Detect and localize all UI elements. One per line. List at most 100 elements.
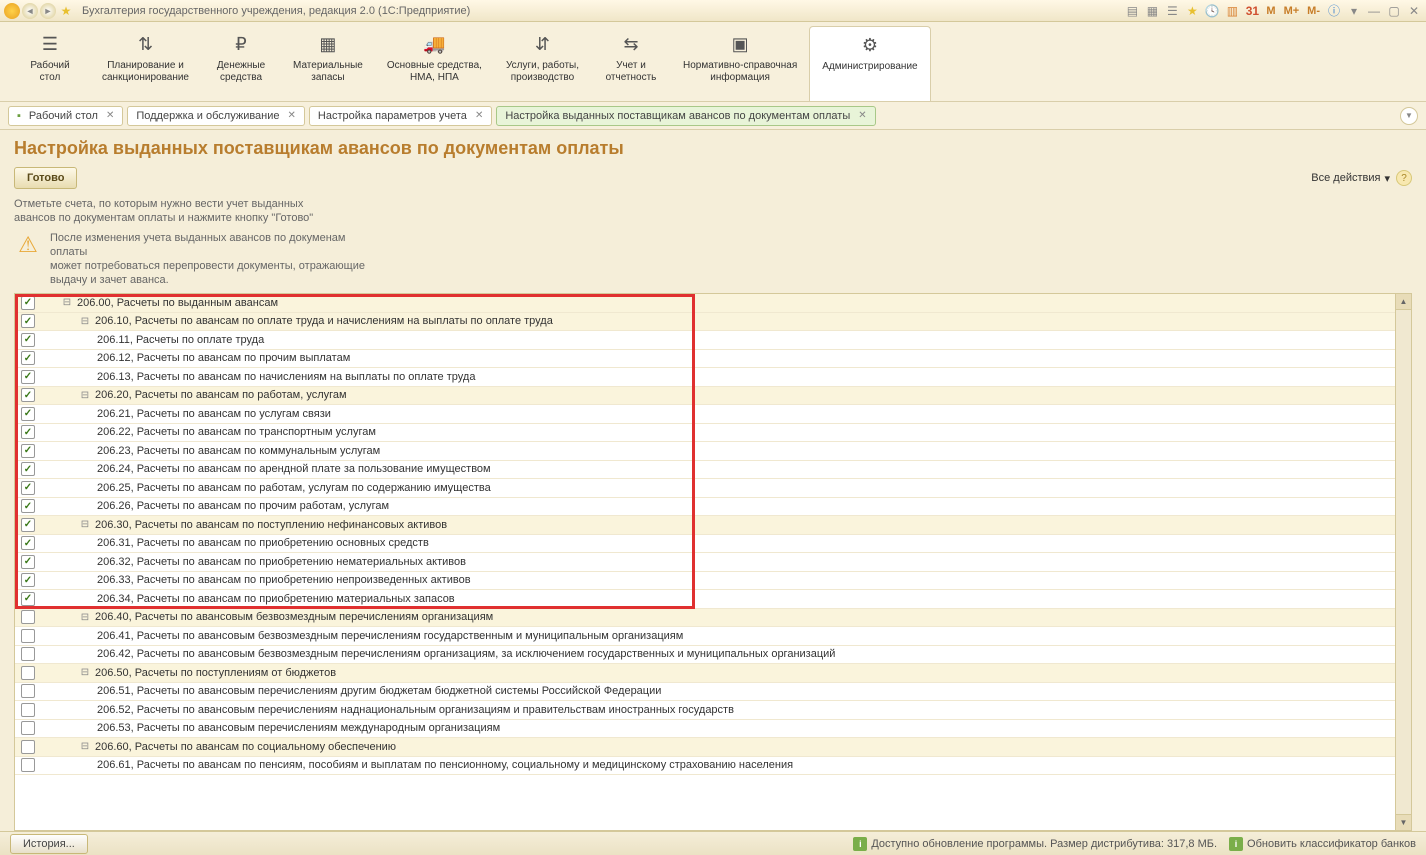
tree-row[interactable]: 206.12, Расчеты по авансам по прочим вып…: [15, 350, 1395, 369]
tree-row[interactable]: 206.32, Расчеты по авансам по приобретен…: [15, 553, 1395, 572]
tree-row[interactable]: ⊟ 206.40, Расчеты по авансовым безвозмез…: [15, 609, 1395, 628]
tree-row[interactable]: 206.22, Расчеты по авансам по транспортн…: [15, 424, 1395, 443]
ready-button[interactable]: Готово: [14, 167, 77, 189]
checkbox[interactable]: [21, 573, 35, 587]
checkbox[interactable]: [21, 555, 35, 569]
checkbox[interactable]: [21, 444, 35, 458]
toggle-icon[interactable]: ⊟: [79, 667, 91, 679]
toggle-icon[interactable]: ⊟: [61, 297, 73, 309]
checkbox[interactable]: [21, 740, 35, 754]
m-button[interactable]: M: [1264, 5, 1277, 17]
checkbox[interactable]: [21, 333, 35, 347]
checkbox[interactable]: [21, 518, 35, 532]
checkbox[interactable]: [21, 758, 35, 772]
tree-row[interactable]: 206.34, Расчеты по авансам по приобретен…: [15, 590, 1395, 609]
nav-item-4[interactable]: 🚚 Основные средства,НМА, НПА: [375, 26, 494, 101]
checkbox[interactable]: [21, 721, 35, 735]
checkbox[interactable]: [21, 296, 35, 310]
checkbox[interactable]: [21, 536, 35, 550]
tree-row[interactable]: ⊟ 206.20, Расчеты по авансам по работам,…: [15, 387, 1395, 406]
toggle-icon[interactable]: ⊟: [79, 315, 91, 327]
tab-2[interactable]: Настройка параметров учета ✕: [309, 106, 492, 126]
tab-0[interactable]: ▪Рабочий стол ✕: [8, 106, 123, 126]
update-link[interactable]: i Доступно обновление программы. Размер …: [853, 837, 1217, 851]
tab-close-icon[interactable]: ✕: [858, 110, 866, 121]
tree-row[interactable]: 206.25, Расчеты по авансам по работам, у…: [15, 479, 1395, 498]
tree-row[interactable]: ⊟ 206.60, Расчеты по авансам по социальн…: [15, 738, 1395, 757]
checkbox[interactable]: [21, 425, 35, 439]
tree-body[interactable]: ⊟ 206.00, Расчеты по выданным авансам ⊟ …: [15, 294, 1395, 830]
nav-item-1[interactable]: ⇅ Планирование исанкционирование: [90, 26, 201, 101]
nav-item-3[interactable]: ▦ Материальныезапасы: [281, 26, 375, 101]
tb-icon-1[interactable]: ▤: [1124, 3, 1140, 19]
forward-icon[interactable]: ►: [40, 3, 56, 19]
scrollbar[interactable]: ▲ ▼: [1395, 294, 1411, 830]
toggle-icon[interactable]: ⊟: [79, 389, 91, 401]
toggle-icon[interactable]: ⊟: [79, 519, 91, 531]
tree-row[interactable]: 206.31, Расчеты по авансам по приобретен…: [15, 535, 1395, 554]
tab-3[interactable]: Настройка выданных поставщикам авансов п…: [496, 106, 875, 126]
tab-1[interactable]: Поддержка и обслуживание ✕: [127, 106, 305, 126]
tree-row[interactable]: 206.11, Расчеты по оплате труда: [15, 331, 1395, 350]
toggle-icon[interactable]: ⊟: [79, 741, 91, 753]
tree-row[interactable]: ⊟ 206.00, Расчеты по выданным авансам: [15, 294, 1395, 313]
tb-icon-3[interactable]: ☰: [1164, 3, 1180, 19]
checkbox[interactable]: [21, 351, 35, 365]
calc-icon[interactable]: ▥: [1224, 3, 1240, 19]
tab-close-icon[interactable]: ✕: [106, 110, 114, 121]
tree-row[interactable]: 206.42, Расчеты по авансовым безвозмездн…: [15, 646, 1395, 665]
expand-icon[interactable]: ▼: [1400, 107, 1418, 125]
tree-row[interactable]: 206.26, Расчеты по авансам по прочим раб…: [15, 498, 1395, 517]
checkbox[interactable]: [21, 684, 35, 698]
tree-row[interactable]: 206.21, Расчеты по авансам по услугам св…: [15, 405, 1395, 424]
nav-item-5[interactable]: ⇵ Услуги, работы,производство: [494, 26, 591, 101]
checkbox[interactable]: [21, 314, 35, 328]
scroll-up-icon[interactable]: ▲: [1396, 294, 1411, 310]
classifier-link[interactable]: i Обновить классификатор банков: [1229, 837, 1416, 851]
tree-row[interactable]: 206.33, Расчеты по авансам по приобретен…: [15, 572, 1395, 591]
back-icon[interactable]: ◄: [22, 3, 38, 19]
mplus-button[interactable]: M+: [1282, 5, 1302, 17]
all-actions-menu[interactable]: Все действия ▾: [1311, 172, 1390, 185]
nav-item-8[interactable]: ⚙ Администрирование: [809, 26, 930, 101]
checkbox[interactable]: [21, 629, 35, 643]
nav-item-6[interactable]: ⇆ Учет иотчетность: [591, 26, 671, 101]
tree-row[interactable]: 206.53, Расчеты по авансовым перечислени…: [15, 720, 1395, 739]
tree-row[interactable]: 206.41, Расчеты по авансовым безвозмездн…: [15, 627, 1395, 646]
tree-row[interactable]: ⊟ 206.30, Расчеты по авансам по поступле…: [15, 516, 1395, 535]
tree-row[interactable]: 206.52, Расчеты по авансовым перечислени…: [15, 701, 1395, 720]
calendar-icon[interactable]: 31: [1244, 3, 1260, 19]
tree-row[interactable]: 206.24, Расчеты по авансам по арендной п…: [15, 461, 1395, 480]
checkbox[interactable]: [21, 610, 35, 624]
checkbox[interactable]: [21, 703, 35, 717]
mminus-button[interactable]: M-: [1305, 5, 1322, 17]
checkbox[interactable]: [21, 666, 35, 680]
checkbox[interactable]: [21, 370, 35, 384]
tree-row[interactable]: 206.51, Расчеты по авансовым перечислени…: [15, 683, 1395, 702]
tree-row[interactable]: 206.13, Расчеты по авансам по начисления…: [15, 368, 1395, 387]
checkbox[interactable]: [21, 499, 35, 513]
help-icon[interactable]: ?: [1396, 170, 1412, 186]
tree-row[interactable]: 206.61, Расчеты по авансам по пенсиям, п…: [15, 757, 1395, 776]
info-icon[interactable]: ⓘ: [1326, 3, 1342, 19]
scroll-down-icon[interactable]: ▼: [1396, 814, 1411, 830]
minimize-icon[interactable]: —: [1366, 3, 1382, 19]
tree-row[interactable]: ⊟ 206.50, Расчеты по поступлениям от бюд…: [15, 664, 1395, 683]
nav-item-7[interactable]: ▣ Нормативно-справочнаяинформация: [671, 26, 809, 101]
history-button[interactable]: История...: [10, 834, 88, 854]
dropdown-icon[interactable]: ▾: [1346, 3, 1362, 19]
toggle-icon[interactable]: ⊟: [79, 611, 91, 623]
close-icon[interactable]: ✕: [1406, 3, 1422, 19]
nav-item-2[interactable]: ₽ Денежныесредства: [201, 26, 281, 101]
tree-row[interactable]: 206.23, Расчеты по авансам по коммунальн…: [15, 442, 1395, 461]
nav-item-0[interactable]: ☰ Рабочийстол: [10, 26, 90, 101]
checkbox[interactable]: [21, 647, 35, 661]
checkbox[interactable]: [21, 592, 35, 606]
tree-row[interactable]: ⊟ 206.10, Расчеты по авансам по оплате т…: [15, 313, 1395, 332]
maximize-icon[interactable]: ▢: [1386, 3, 1402, 19]
star-icon[interactable]: ★: [58, 3, 74, 19]
checkbox[interactable]: [21, 481, 35, 495]
clock-icon[interactable]: 🕓: [1204, 3, 1220, 19]
tb-icon-2[interactable]: ▦: [1144, 3, 1160, 19]
checkbox[interactable]: [21, 388, 35, 402]
